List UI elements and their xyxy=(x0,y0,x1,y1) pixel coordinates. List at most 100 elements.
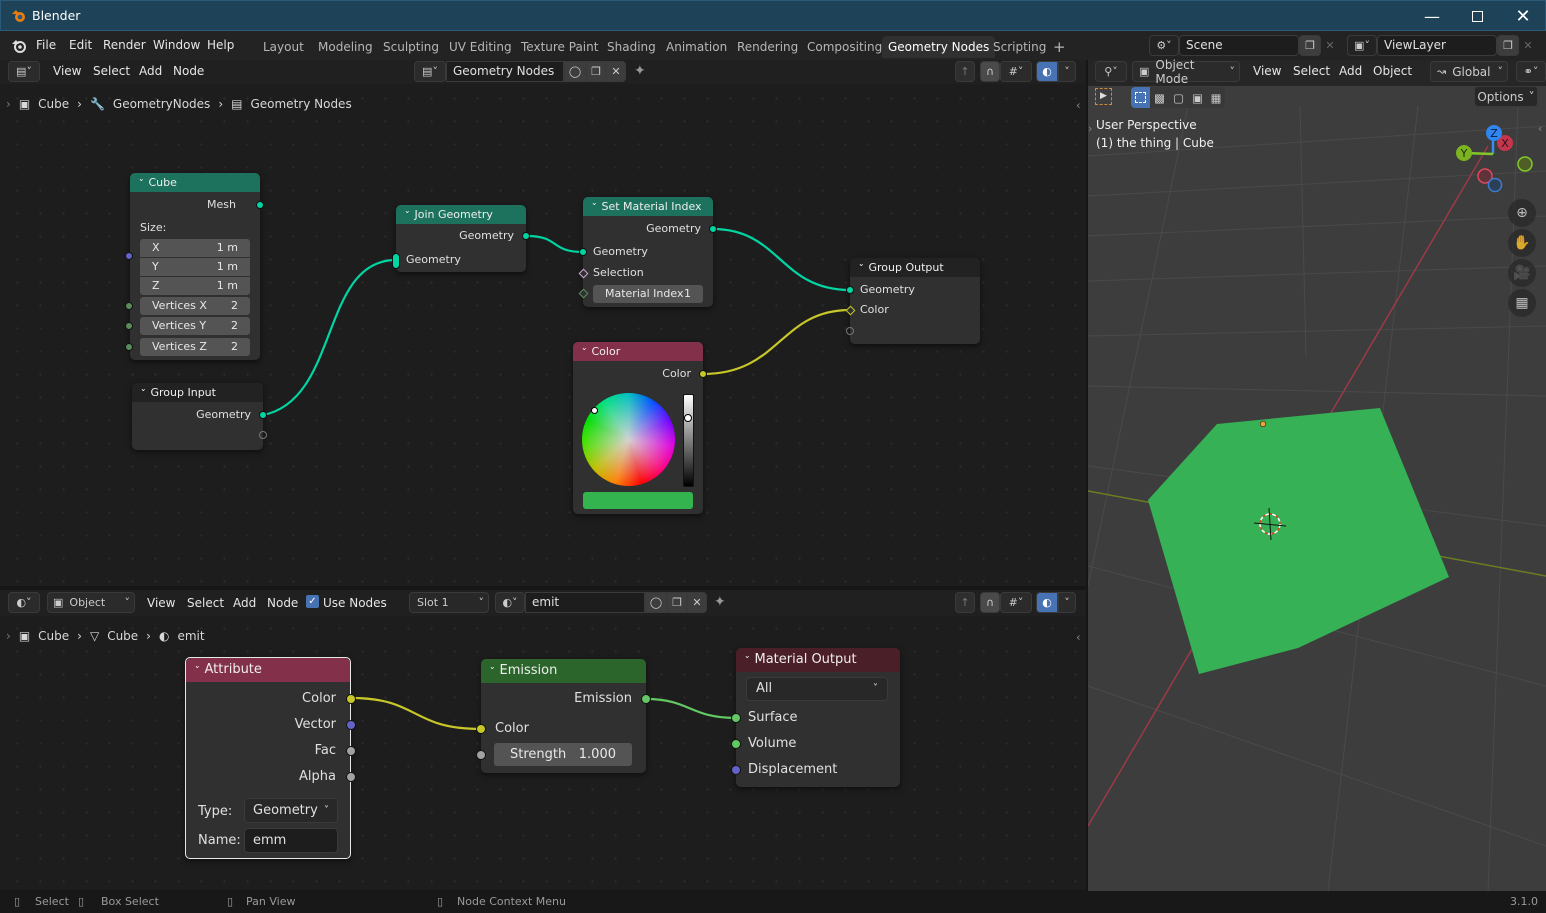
editor-type-button[interactable]: ⚲˅ xyxy=(1095,61,1127,82)
input-socket-geometry[interactable] xyxy=(846,286,854,294)
input-socket-empty[interactable] xyxy=(846,327,854,335)
select-new-button[interactable] xyxy=(1131,87,1150,108)
input-socket-volume[interactable] xyxy=(731,739,741,749)
color-wheel-cursor[interactable] xyxy=(591,407,598,414)
pivot-dropdown[interactable]: ⚭˅ xyxy=(1516,61,1546,82)
viewport-menu-object[interactable]: Object xyxy=(1373,64,1412,78)
pan-view-button[interactable]: ✋ xyxy=(1508,229,1536,257)
zoom-view-button[interactable]: ⊕ xyxy=(1508,199,1536,227)
output-socket-vector[interactable] xyxy=(346,720,356,730)
gizmo-neg-z-axis[interactable] xyxy=(1487,177,1503,193)
node-cube[interactable]: ˅ Cube Mesh Size: X1 m Y1 m Z1 m Vertices… xyxy=(125,173,264,360)
value-slider[interactable] xyxy=(683,394,694,487)
input-socket-displacement[interactable] xyxy=(731,765,741,775)
node-header[interactable]: ˅ Join Geometry xyxy=(396,205,526,224)
viewport-menu-select[interactable]: Select xyxy=(1293,64,1330,78)
menu-help[interactable]: Help xyxy=(207,38,234,52)
blender-menu-icon[interactable] xyxy=(11,38,27,54)
output-socket-fac[interactable] xyxy=(346,746,356,756)
collapse-chevron-icon[interactable]: ˅ xyxy=(194,666,200,676)
node-material-output[interactable]: ˅ Material Output All ˅ Surface Volume Dis… xyxy=(731,648,900,787)
collapse-chevron-icon[interactable]: ˅ xyxy=(404,211,410,221)
transform-orientation-dropdown[interactable]: ↝ Global ˅ xyxy=(1430,61,1508,82)
node-header[interactable]: ˅ Group Output xyxy=(850,258,980,277)
render-target-dropdown[interactable]: All ˅ xyxy=(746,677,888,701)
camera-view-button[interactable]: 🎥 xyxy=(1508,259,1536,287)
vertices-y-field[interactable]: Vertices Y2 xyxy=(140,317,250,335)
close-window-button[interactable]: ✕ xyxy=(1500,1,1546,32)
input-socket-vertices-y[interactable] xyxy=(125,322,133,330)
vertices-x-field[interactable]: Vertices X2 xyxy=(140,297,250,315)
strength-field[interactable]: Strength 1.000 xyxy=(494,743,632,766)
size-x-field[interactable]: X1 m xyxy=(140,239,250,257)
output-socket-color[interactable] xyxy=(699,370,707,378)
tab-uv-editing[interactable]: UV Editing xyxy=(443,36,518,58)
node-attribute[interactable]: ˅ Attribute Color Vector Fac Alpha Type: … xyxy=(185,657,356,859)
tab-rendering[interactable]: Rendering xyxy=(731,36,804,58)
object-mode-dropdown[interactable]: ▣ Object Mode ˅ xyxy=(1132,58,1240,86)
tab-texture-paint[interactable]: Texture Paint xyxy=(515,36,604,58)
node-emission[interactable]: ˅ Emission Emission Color Strength 1.000 xyxy=(476,659,651,773)
input-socket-size[interactable] xyxy=(125,252,133,260)
ortho-toggle-button[interactable]: ▦ xyxy=(1508,289,1536,317)
viewlayer-selector-button[interactable]: ▣˅ xyxy=(1347,35,1377,56)
viewport-menu-view[interactable]: View xyxy=(1253,64,1281,78)
new-scene-button[interactable]: ❐ xyxy=(1299,35,1321,56)
select-tool-button[interactable]: ▶ xyxy=(1095,87,1125,108)
collapse-chevron-icon[interactable]: ˅ xyxy=(591,203,597,213)
output-socket-emission[interactable] xyxy=(641,694,651,704)
shader-node-editor[interactable]: ◐˅ ▣ Object ˅ View Select Add Node ✓ Use N… xyxy=(0,590,1086,890)
node-group-input[interactable]: ˅ Group Input Geometry xyxy=(132,383,267,450)
attribute-type-dropdown[interactable]: Geometry ˅ xyxy=(244,798,338,823)
size-z-field[interactable]: Z1 m xyxy=(140,277,250,295)
tab-layout[interactable]: Layout xyxy=(257,36,310,58)
tab-scripting[interactable]: Scripting xyxy=(987,36,1052,58)
tab-geometry-nodes[interactable]: Geometry Nodes xyxy=(882,36,996,58)
attribute-name-input[interactable]: emm xyxy=(244,828,338,853)
output-socket-alpha[interactable] xyxy=(346,772,356,782)
output-socket-mesh[interactable] xyxy=(256,201,264,209)
input-socket-vertices-z[interactable] xyxy=(125,343,133,351)
output-socket-color[interactable] xyxy=(346,694,356,704)
output-socket-geometry[interactable] xyxy=(522,232,530,240)
node-header[interactable]: ˅ Set Material Index xyxy=(583,197,713,216)
output-socket-geometry[interactable] xyxy=(709,225,717,233)
menu-edit[interactable]: Edit xyxy=(69,38,92,52)
node-header[interactable]: ˅ Attribute xyxy=(186,658,350,682)
sidebar-toggle-icon[interactable]: ‹ xyxy=(1538,122,1542,135)
viewlayer-field[interactable]: ViewLayer xyxy=(1377,35,1497,56)
menu-file[interactable]: File xyxy=(36,38,56,52)
delete-viewlayer-button[interactable]: ✕ xyxy=(1519,35,1537,56)
material-index-field[interactable]: Material Index 1 xyxy=(593,285,703,303)
gizmo-neg-y-axis[interactable] xyxy=(1517,156,1533,172)
tab-sculpting[interactable]: Sculpting xyxy=(377,36,445,58)
menu-window[interactable]: Window xyxy=(153,38,200,52)
collapse-chevron-icon[interactable]: ˅ xyxy=(581,348,587,358)
input-socket-color[interactable] xyxy=(476,724,486,734)
select-subtract-button[interactable]: ▢ xyxy=(1169,87,1188,108)
input-socket-geometry[interactable] xyxy=(579,248,587,256)
tab-modeling[interactable]: Modeling xyxy=(312,36,379,58)
toolbar-toggle-icon[interactable]: › xyxy=(1088,122,1092,135)
collapse-chevron-icon[interactable]: ˅ xyxy=(489,667,495,677)
geometry-node-editor[interactable]: ▤˅ View Select Add Node ▤˅ Geometry Node… xyxy=(0,60,1086,586)
minimize-button[interactable]: — xyxy=(1409,1,1455,32)
collapse-chevron-icon[interactable]: ˅ xyxy=(140,389,146,399)
tab-animation[interactable]: Animation xyxy=(660,36,733,58)
input-socket-strength[interactable] xyxy=(476,750,486,760)
select-difference-button[interactable]: ▣ xyxy=(1188,87,1207,108)
scene-selector-button[interactable]: ⚙˅ xyxy=(1149,35,1179,56)
scene-field[interactable]: Scene xyxy=(1179,35,1299,56)
select-intersect-button[interactable]: ▦ xyxy=(1207,87,1225,108)
3d-viewport[interactable]: ▶ ▩ ▢ ▣ ▦ Options ˅ User Perspective (1) … xyxy=(1088,86,1546,891)
node-header[interactable]: ˅ Color xyxy=(573,342,703,361)
navigation-gizmo[interactable]: X Y Z xyxy=(1448,116,1538,196)
delete-scene-button[interactable]: ✕ xyxy=(1321,35,1339,56)
node-color[interactable]: ˅ Color Color xyxy=(573,342,707,514)
collapse-chevron-icon[interactable]: ˅ xyxy=(858,264,864,274)
node-header[interactable]: ˅ Group Input xyxy=(132,383,263,402)
tab-shading[interactable]: Shading xyxy=(601,36,662,58)
size-y-field[interactable]: Y1 m xyxy=(140,258,250,276)
node-header[interactable]: ˅ Cube xyxy=(130,173,260,192)
output-socket-geometry[interactable] xyxy=(259,411,267,419)
